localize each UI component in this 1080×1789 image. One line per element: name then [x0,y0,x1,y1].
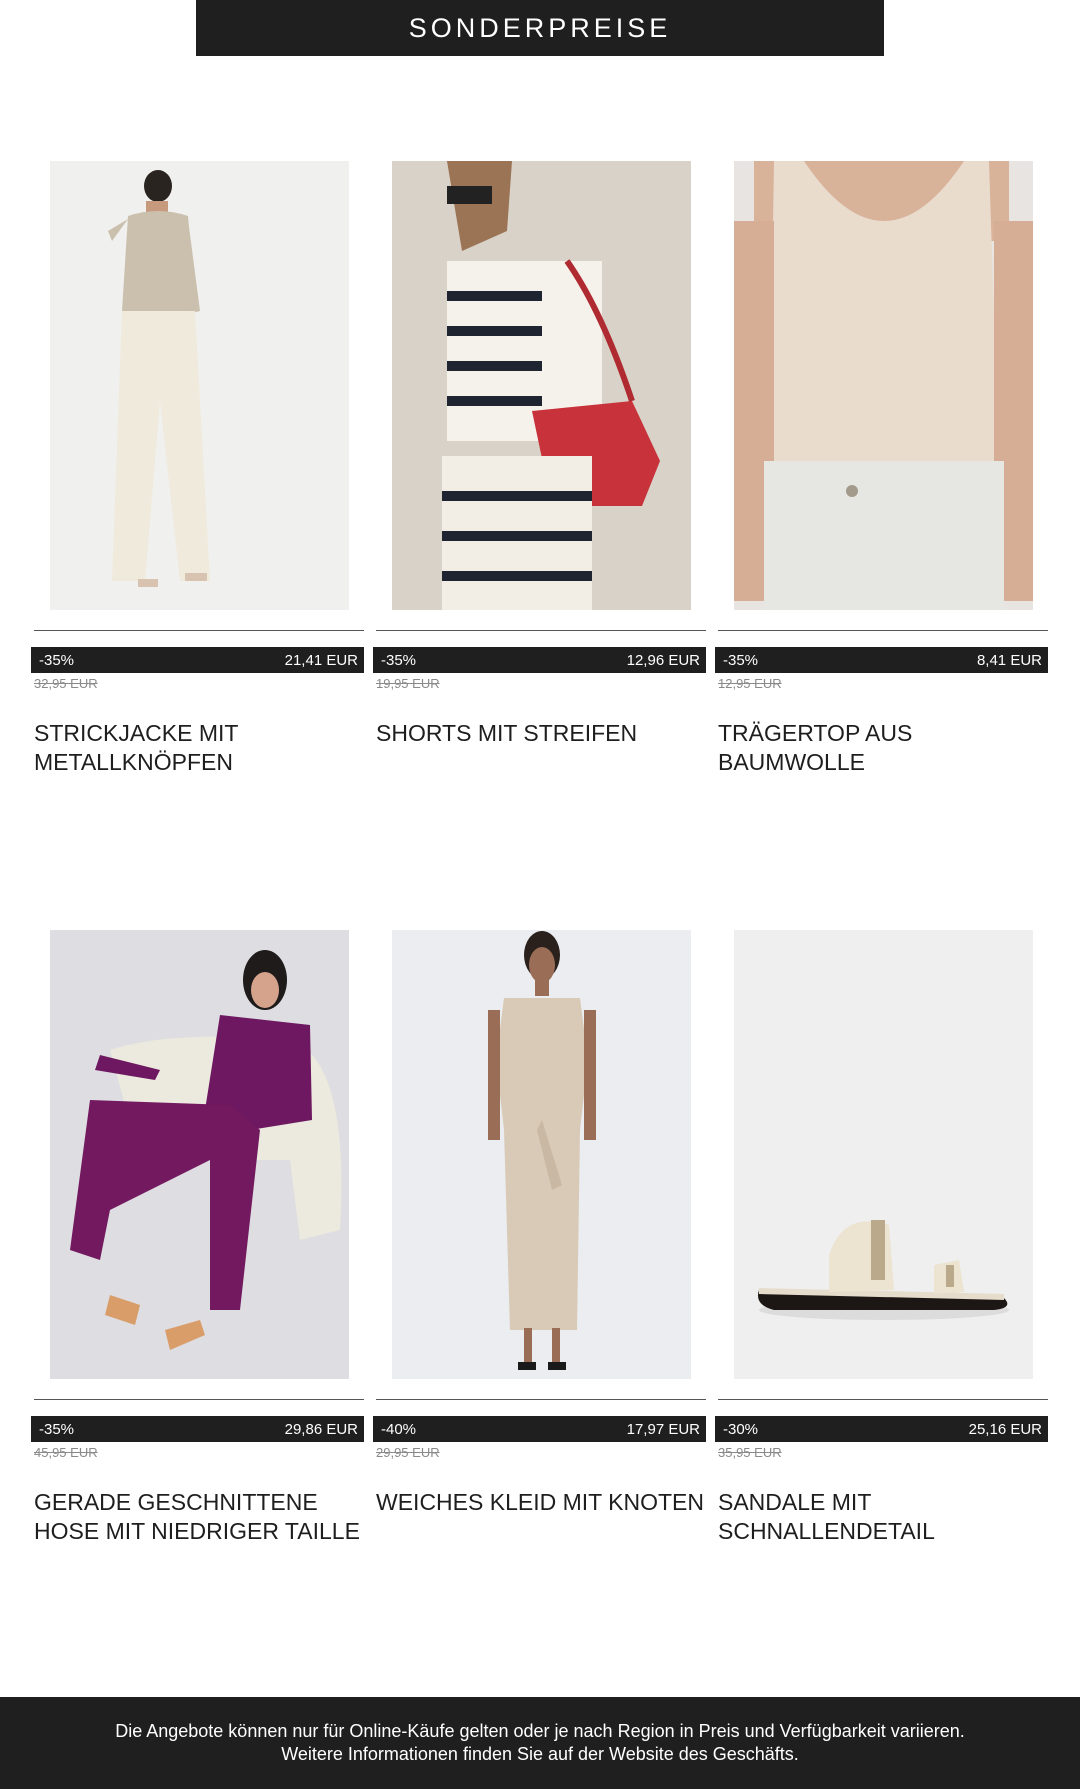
product-image-sandal[interactable] [734,930,1033,1379]
product-name[interactable]: WEICHES KLEID MIT KNOTEN [376,1488,711,1517]
page-title: SONDERPREISE [408,12,672,43]
original-price: 12,95 EUR [718,676,782,691]
discount-badge: -40% [381,1420,417,1438]
discount-badge: -35% [39,651,75,669]
divider [34,630,364,631]
product-name[interactable]: STRICKJACKE MIT METALLKNÖPFEN [34,719,369,777]
divider [376,630,706,631]
price-bar: -35% 12,96 EUR [373,647,706,673]
sale-price: 8,41 EUR [976,651,1042,669]
discount-badge: -30% [723,1420,759,1438]
price-bar: -35% 8,41 EUR [715,647,1048,673]
discount-badge: -35% [39,1420,75,1438]
product-image-dress[interactable] [392,930,691,1379]
product-name[interactable]: GERADE GESCHNITTENE HOSE MIT NIEDRIGER T… [34,1488,369,1546]
sale-price: 12,96 EUR [626,651,700,669]
divider [376,1399,706,1400]
divider [718,1399,1048,1400]
product-name[interactable]: SANDALE MIT SCHNALLENDETAIL [718,1488,1053,1546]
original-price: 32,95 EUR [34,676,98,691]
original-price: 29,95 EUR [376,1445,440,1460]
product-name[interactable]: TRÄGERTOP AUS BAUMWOLLE [718,719,1053,777]
discount-badge: -35% [723,651,759,669]
product-image-trousers[interactable] [50,930,349,1379]
product-image-cardigan[interactable] [50,161,349,610]
product-image-shorts[interactable] [392,161,691,610]
sale-price: 29,86 EUR [284,1420,358,1438]
price-bar: -30% 25,16 EUR [715,1416,1048,1442]
sale-price: 25,16 EUR [968,1420,1042,1438]
footer-line-2: Weitere Informationen finden Sie auf der… [281,1744,799,1764]
sale-price: 21,41 EUR [284,651,358,669]
footer-disclaimer: Die Angebote können nur für Online-Käufe… [0,1697,1080,1789]
footer-line-1: Die Angebote können nur für Online-Käufe… [115,1721,965,1741]
price-bar: -40% 17,97 EUR [373,1416,706,1442]
header-banner: SONDERPREISE [196,0,884,56]
price-bar: -35% 29,86 EUR [31,1416,364,1442]
discount-badge: -35% [381,651,417,669]
divider [718,630,1048,631]
divider [34,1399,364,1400]
sale-price: 17,97 EUR [626,1420,700,1438]
original-price: 19,95 EUR [376,676,440,691]
original-price: 35,95 EUR [718,1445,782,1460]
price-bar: -35% 21,41 EUR [31,647,364,673]
original-price: 45,95 EUR [34,1445,98,1460]
product-image-tank-top[interactable] [734,161,1033,610]
product-name[interactable]: SHORTS MIT STREIFEN [376,719,711,748]
